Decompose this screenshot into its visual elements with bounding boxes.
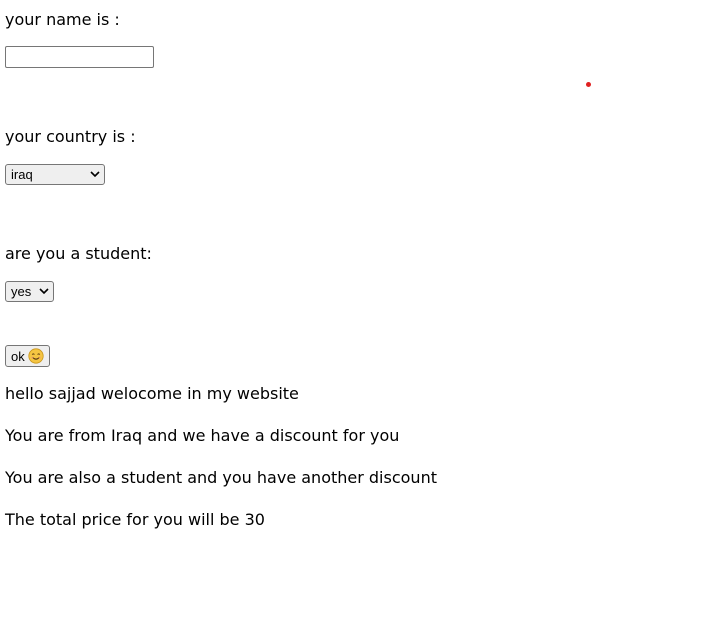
student-select-value: yes [11, 284, 32, 299]
student-discount-message: You are also a student and you have anot… [5, 468, 437, 487]
smiling-face-icon [28, 348, 44, 364]
country-label: your country is : [5, 127, 136, 146]
ok-button[interactable]: ok [5, 345, 50, 367]
student-label: are you a student: [5, 244, 152, 263]
red-dot-marker [586, 82, 591, 87]
country-select[interactable]: iraq [5, 164, 105, 185]
student-select[interactable]: yes [5, 281, 54, 302]
total-price-message: The total price for you will be 30 [5, 510, 265, 529]
ok-button-label: ok [11, 348, 25, 364]
chevron-down-icon [90, 171, 100, 178]
country-discount-message: You are from Iraq and we have a discount… [5, 426, 400, 445]
name-label: your name is : [5, 10, 120, 29]
name-input[interactable] [5, 46, 154, 68]
greeting-message: hello sajjad welocome in my website [5, 384, 299, 403]
country-select-value: iraq [11, 167, 33, 182]
chevron-down-icon [39, 288, 49, 295]
